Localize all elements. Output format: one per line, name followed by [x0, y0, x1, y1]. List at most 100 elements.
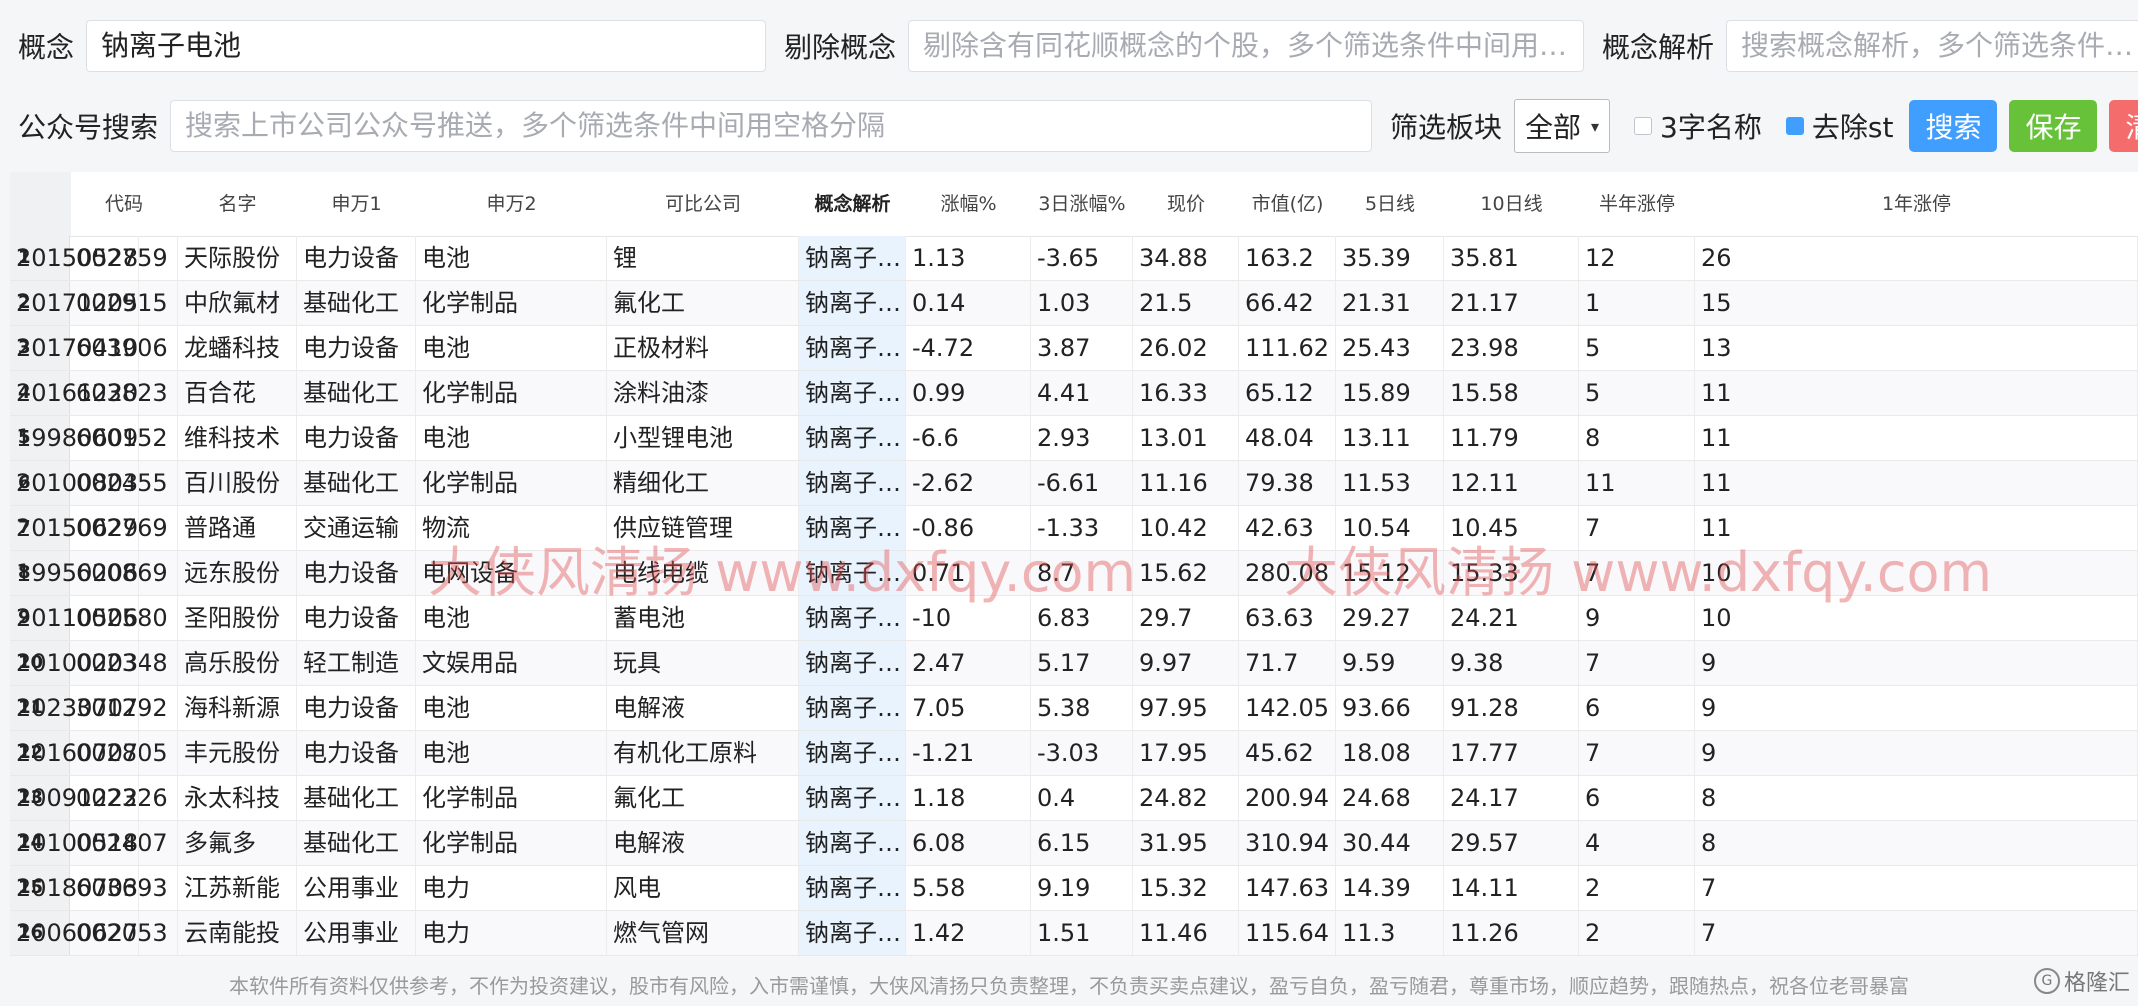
cell-concept-analysis[interactable]: 钠离子电池:根据20… — [799, 551, 906, 595]
header-one-year-limit-up[interactable]: 1年涨停⌄ — [1695, 172, 2138, 236]
table-row[interactable]: 1002759天际股份电力设备电池锂钠离子电池:公司在…1.13-3.6534.… — [10, 236, 2138, 281]
cell-list-date: 20160707 — [10, 731, 140, 775]
cell-concept-analysis[interactable]: 钠离子电池:2024年… — [799, 731, 906, 775]
cell-concept-analysis[interactable]: 钠离子电池:公司目… — [799, 281, 906, 325]
table-row[interactable]: 11301292海科新源电力设备电池电解液钠离子电池:2023年…7.055.3… — [10, 686, 2138, 731]
header-code[interactable]: 代码 — [70, 172, 179, 236]
header-sw1[interactable]: 申万1 — [297, 172, 417, 236]
table-row[interactable]: 7002769普路通交通运输物流供应链管理钠离子电池:2024年…-0.86-1… — [10, 506, 2138, 551]
cell-sw2: 电力 — [416, 866, 607, 910]
cell-concept-analysis[interactable]: 钠离子电池:公司同… — [799, 776, 906, 820]
cell-ma10: 9.38 — [1444, 641, 1579, 685]
cell-sw1: 轻工制造 — [297, 641, 416, 685]
header-ma5[interactable]: 5日线 — [1336, 172, 1445, 236]
clear-button[interactable]: 清空 — [2109, 100, 2138, 152]
cell-market-cap: 79.38 — [1239, 461, 1336, 505]
cell-ma10: 15.33 — [1444, 551, 1579, 595]
cell-concept-analysis[interactable]: 钠离子电池:维科技… — [799, 416, 906, 460]
cell-half-year-limit-up: 4 — [1579, 821, 1695, 865]
header-change-pct[interactable]: 涨幅% — [906, 172, 1032, 236]
remove-st-checkbox[interactable] — [1785, 117, 1804, 135]
wechat-search-input[interactable]: 搜索上市公司公众号推送，多个筛选条件中间用空格分隔 — [170, 100, 1373, 152]
cell-list-date: 20150528 — [10, 236, 140, 280]
exclude-concept-input[interactable]: 剔除含有同花顺概念的个股，多个筛选条件中间用空格分隔 — [908, 20, 1585, 72]
table-row[interactable]: 13002326永太科技基础化工化学制品氟化工钠离子电池:公司同…1.180.4… — [10, 776, 2138, 821]
cell-one-year-limit-up: 11 — [1695, 506, 2138, 550]
cell-concept-analysis[interactable]: 钠离子电池:根据20… — [799, 866, 906, 910]
cell-concept-analysis[interactable]: 钠离子电池:2023年… — [799, 686, 906, 730]
cell-name: 中欣氟材 — [178, 281, 297, 325]
cell-sw1: 电力设备 — [297, 236, 416, 280]
cell-name: 云南能投 — [178, 911, 297, 955]
cell-half-year-limit-up: 9 — [1579, 596, 1695, 640]
table-row[interactable]: 16002053云南能投公用事业电力燃气管网钠离子电池:2025年…1.421.… — [10, 911, 2138, 956]
table-row[interactable]: 14002407多氟多基础化工化学制品电解液钠离子电池:根据20…6.086.1… — [10, 821, 2138, 866]
cell-half-year-limit-up: 7 — [1579, 641, 1695, 685]
header-concept-analysis[interactable]: 概念解析 — [799, 172, 907, 236]
cell-price: 16.33 — [1133, 371, 1239, 415]
cell-concept-analysis[interactable]: 钠离子电池:根据20… — [799, 821, 906, 865]
cell-market-cap: 111.62 — [1239, 326, 1336, 370]
concept-analysis-input[interactable]: 搜索概念解析，多个筛选条件中间用空格分隔 — [1726, 20, 2138, 72]
cell-concept-analysis[interactable]: 钠离子电池:2025年… — [799, 911, 906, 955]
save-button[interactable]: 保存 — [2009, 100, 2098, 152]
header-sw2[interactable]: 申万2 — [416, 172, 608, 236]
cell-price: 15.62 — [1133, 551, 1239, 595]
cell-change-3d-pct: 8.7 — [1031, 551, 1133, 595]
table-row[interactable]: 15603693江苏新能公用事业电力风电钠离子电池:根据20…5.589.191… — [10, 866, 2138, 911]
cell-ma10: 12.11 — [1444, 461, 1579, 505]
cell-change-3d-pct: -3.03 — [1031, 731, 1133, 775]
cell-concept-analysis[interactable]: 钠离子电池:公司控… — [799, 371, 906, 415]
three-char-name-checkbox[interactable] — [1634, 117, 1653, 135]
cell-concept-analysis[interactable]: 钠离子电池:2024年… — [799, 641, 906, 685]
cell-concept-analysis[interactable]: 钠离子电池:公司在… — [799, 236, 906, 280]
board-select[interactable]: 全部 ▾ — [1514, 99, 1611, 153]
cell-concept-analysis[interactable]: 钠离子电池:根据20… — [799, 326, 906, 370]
cell-sw1: 交通运输 — [297, 506, 416, 550]
table-row[interactable]: 2002915中欣氟材基础化工化学制品氟化工钠离子电池:公司目…0.141.03… — [10, 281, 2138, 326]
cell-sw1: 电力设备 — [297, 731, 416, 775]
header-half-year-limit-up[interactable]: 半年涨停 — [1579, 172, 1696, 236]
cell-half-year-limit-up: 7 — [1579, 731, 1695, 775]
cell-sw2: 电池 — [416, 326, 607, 370]
table-row[interactable]: 8600869远东股份电力设备电网设备电线电缆钠离子电池:根据20…0.718.… — [10, 551, 2138, 596]
cell-ma5: 25.43 — [1336, 326, 1444, 370]
header-change-3d-pct[interactable]: 3日涨幅% — [1031, 172, 1134, 236]
cell-name: 高乐股份 — [178, 641, 297, 685]
cell-peer: 电解液 — [607, 821, 799, 865]
cell-price: 11.46 — [1133, 911, 1239, 955]
cell-concept-analysis[interactable]: 钠离子电池:2025年… — [799, 596, 906, 640]
search-button[interactable]: 搜索 — [1909, 100, 1998, 152]
table-row[interactable]: 10002348高乐股份轻工制造文娱用品玩具钠离子电池:2024年…2.475.… — [10, 641, 2138, 686]
table-row[interactable]: 3603906龙蟠科技电力设备电池正极材料钠离子电池:根据20…-4.723.8… — [10, 326, 2138, 371]
header-name[interactable]: 名字 — [178, 172, 298, 236]
chevron-down-icon: ▾ — [1591, 116, 1600, 136]
table-row[interactable]: 5600152维科技术电力设备电池小型锂电池钠离子电池:维科技…-6.62.93… — [10, 416, 2138, 461]
cell-sw1: 基础化工 — [297, 281, 416, 325]
cell-price: 13.01 — [1133, 416, 1239, 460]
table-row[interactable]: 12002805丰元股份电力设备电池有机化工原料钠离子电池:2024年…-1.2… — [10, 731, 2138, 776]
cell-ma5: 21.31 — [1336, 281, 1444, 325]
cell-one-year-limit-up: 9 — [1695, 686, 2138, 730]
concept-input[interactable]: 钠离子电池 — [86, 20, 767, 72]
cell-ma5: 11.3 — [1336, 911, 1444, 955]
header-ma10[interactable]: 10日线 — [1444, 172, 1580, 236]
table-row[interactable]: 6002455百川股份基础化工化学制品精细化工钠离子电池:根据20…-2.62-… — [10, 461, 2138, 506]
header-peer[interactable]: 可比公司 — [607, 172, 800, 236]
cell-market-cap: 142.05 — [1239, 686, 1336, 730]
cell-price: 21.5 — [1133, 281, 1239, 325]
cell-sw2: 电池 — [416, 416, 607, 460]
cell-ma5: 10.54 — [1336, 506, 1444, 550]
footer-disclaimer: 本软件所有资料仅供参考，不作为投资建议，股市有风险，入市需谨慎，大侠风清扬只负责… — [229, 974, 1909, 998]
table-row[interactable]: 4603823百合花基础化工化学制品涂料油漆钠离子电池:公司控…0.994.41… — [10, 371, 2138, 416]
cell-price: 24.82 — [1133, 776, 1239, 820]
cell-change-pct: -6.6 — [906, 416, 1031, 460]
header-price[interactable]: 现价 — [1133, 172, 1240, 236]
cell-price: 34.88 — [1133, 236, 1239, 280]
cell-ma5: 9.59 — [1336, 641, 1444, 685]
header-market-cap[interactable]: 市值(亿) — [1239, 172, 1337, 236]
table-row[interactable]: 9002580圣阳股份电力设备电池蓄电池钠离子电池:2025年…-106.832… — [10, 596, 2138, 641]
cell-concept-analysis[interactable]: 钠离子电池:根据20… — [799, 461, 906, 505]
cell-concept-analysis[interactable]: 钠离子电池:2024年… — [799, 506, 906, 550]
cell-sw1: 电力设备 — [297, 326, 416, 370]
